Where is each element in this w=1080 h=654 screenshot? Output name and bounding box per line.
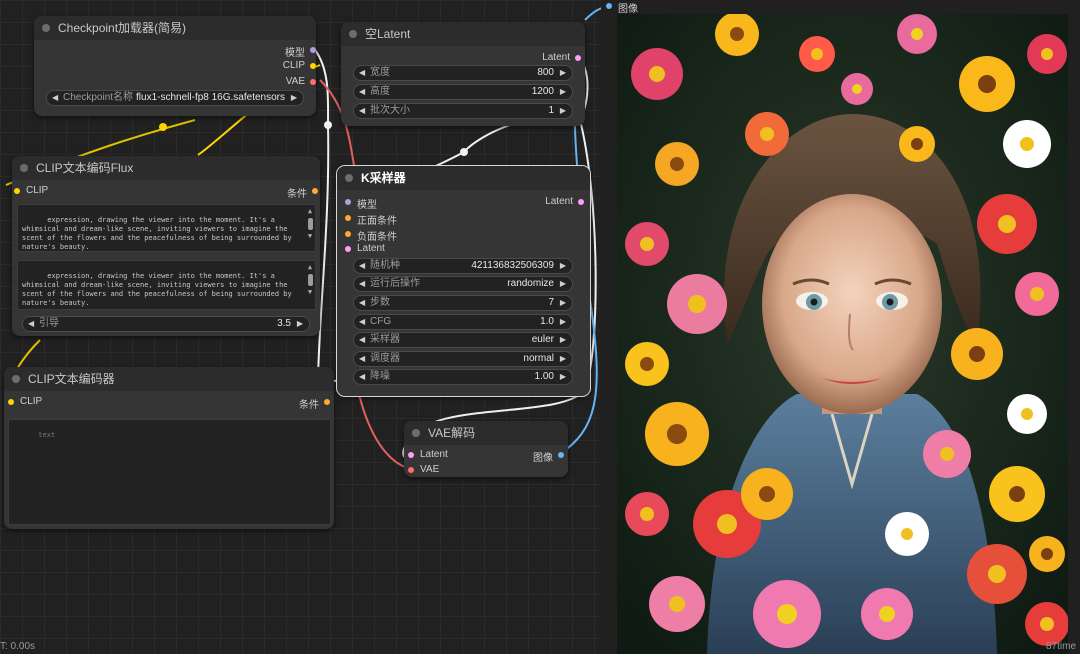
output-model[interactable]: 模型 bbox=[285, 44, 316, 59]
input-socket-icon[interactable] bbox=[14, 188, 20, 194]
output-socket-icon[interactable] bbox=[310, 47, 316, 53]
collapse-dot-icon[interactable] bbox=[12, 375, 20, 383]
preview-image-panel[interactable]: 图像 87time bbox=[601, 0, 1080, 654]
arrow-left-icon[interactable]: ◀ bbox=[359, 66, 365, 80]
width-widget[interactable]: ◀ 宽度 800 ▶ bbox=[353, 65, 573, 81]
arrow-right-icon[interactable]: ▶ bbox=[297, 317, 303, 331]
cfg-widget[interactable]: ◀ CFG 1.0 ▶ bbox=[353, 314, 573, 330]
clip-l-textarea[interactable]: expression, drawing the viewer into the … bbox=[17, 204, 316, 252]
arrow-left-icon[interactable]: ◀ bbox=[359, 333, 365, 347]
batch-size-widget[interactable]: ◀ 批次大小 1 ▶ bbox=[353, 103, 573, 119]
output-latent[interactable]: Latent bbox=[542, 52, 581, 63]
output-conditioning[interactable]: 条件 bbox=[299, 396, 330, 411]
ksampler-node[interactable]: K采样器 模型 正面条件 负面条件 Latent Latent ◀ 随机种 4211… bbox=[336, 165, 591, 397]
output-socket-icon[interactable] bbox=[310, 79, 316, 85]
node-title[interactable]: CLIP文本编码器 bbox=[4, 367, 334, 391]
input-socket-icon[interactable] bbox=[345, 231, 351, 237]
collapse-dot-icon[interactable] bbox=[349, 30, 357, 38]
arrow-left-icon[interactable]: ◀ bbox=[359, 315, 365, 329]
arrow-left-icon[interactable]: ◀ bbox=[28, 317, 34, 331]
arrow-right-icon[interactable]: ▶ bbox=[560, 277, 566, 291]
output-socket-icon[interactable] bbox=[312, 188, 318, 194]
node-title[interactable]: K采样器 bbox=[337, 166, 590, 190]
input-positive[interactable]: 正面条件 bbox=[345, 212, 397, 227]
input-clip[interactable]: CLIP bbox=[8, 396, 42, 407]
output-socket-icon[interactable] bbox=[310, 63, 316, 69]
arrow-right-icon[interactable]: ▶ bbox=[560, 352, 566, 366]
generation-time-label: 87time bbox=[1045, 641, 1076, 652]
arrow-right-icon[interactable]: ▶ bbox=[560, 333, 566, 347]
arrow-right-icon[interactable]: ▶ bbox=[560, 315, 566, 329]
output-vae[interactable]: VAE bbox=[286, 76, 316, 87]
input-socket-icon[interactable] bbox=[408, 452, 414, 458]
node-title[interactable]: Checkpoint加载器(简易) bbox=[34, 16, 316, 40]
clip-text-encode-flux-node[interactable]: CLIP文本编码Flux CLIP 条件 expression, drawing… bbox=[12, 156, 320, 336]
output-socket-icon[interactable] bbox=[324, 399, 330, 405]
input-socket-icon[interactable] bbox=[8, 399, 14, 405]
arrow-left-icon[interactable]: ◀ bbox=[359, 296, 365, 310]
collapse-dot-icon[interactable] bbox=[345, 174, 353, 182]
arrow-right-icon[interactable]: ▶ bbox=[560, 296, 566, 310]
steps-widget[interactable]: ◀ 步数 7 ▶ bbox=[353, 295, 573, 311]
sampler-widget[interactable]: ◀ 采样器 euler ▶ bbox=[353, 332, 573, 348]
arrow-left-icon[interactable]: ◀ bbox=[359, 352, 365, 366]
generated-image[interactable] bbox=[617, 14, 1068, 654]
output-socket-icon[interactable] bbox=[558, 452, 564, 458]
execution-time: T: 0.00s bbox=[0, 641, 36, 652]
input-socket-icon[interactable] bbox=[345, 246, 351, 252]
arrow-left-icon[interactable]: ◀ bbox=[359, 277, 365, 291]
ckpt-name-combo[interactable]: ◀ Checkpoint名称 flux1-schnell-fp8 16G.saf… bbox=[46, 90, 304, 106]
output-socket-icon[interactable] bbox=[578, 199, 584, 205]
checkpoint-loader-node[interactable]: Checkpoint加载器(简易) 模型 CLIP VAE ◀ Checkpoi… bbox=[34, 16, 316, 116]
collapse-dot-icon[interactable] bbox=[412, 429, 420, 437]
output-socket-icon[interactable] bbox=[575, 55, 581, 61]
arrow-right-icon[interactable]: ▶ bbox=[560, 104, 566, 118]
input-socket-icon[interactable] bbox=[345, 215, 351, 221]
input-socket-icon[interactable] bbox=[408, 467, 414, 473]
arrow-right-icon[interactable]: ▶ bbox=[560, 370, 566, 384]
node-title[interactable]: CLIP文本编码Flux bbox=[12, 156, 320, 180]
t5xxl-textarea[interactable]: expression, drawing the viewer into the … bbox=[17, 260, 316, 310]
node-title[interactable]: 空Latent bbox=[341, 22, 585, 46]
collapse-dot-icon[interactable] bbox=[42, 24, 50, 32]
arrow-left-icon[interactable]: ◀ bbox=[359, 259, 365, 273]
node-graph-canvas[interactable]: Checkpoint加载器(简易) 模型 CLIP VAE ◀ Checkpoi… bbox=[0, 0, 601, 654]
input-latent[interactable]: Latent bbox=[345, 243, 385, 254]
input-vae[interactable]: VAE bbox=[408, 464, 439, 475]
output-latent[interactable]: Latent bbox=[545, 196, 584, 207]
vae-decode-node[interactable]: VAE解码 Latent VAE 图像 bbox=[404, 421, 568, 477]
arrow-left-icon[interactable]: ◀ bbox=[359, 104, 365, 118]
input-clip[interactable]: CLIP bbox=[14, 185, 48, 196]
clip-text-encode-node[interactable]: CLIP文本编码器 CLIP 条件 text bbox=[4, 367, 334, 529]
input-model[interactable]: 模型 bbox=[345, 196, 377, 211]
output-image[interactable]: 图像 bbox=[533, 449, 564, 464]
input-socket-icon[interactable] bbox=[345, 199, 351, 205]
scrollbar[interactable]: ▲ ▼ bbox=[307, 263, 313, 297]
output-clip[interactable]: CLIP bbox=[283, 60, 316, 71]
input-latent[interactable]: Latent bbox=[408, 449, 448, 460]
arrow-left-icon[interactable]: ◀ bbox=[359, 370, 365, 384]
arrow-right-icon[interactable]: ▶ bbox=[560, 66, 566, 80]
input-image[interactable]: 图像 bbox=[606, 0, 638, 15]
empty-latent-node[interactable]: 空Latent Latent ◀ 宽度 800 ▶ ◀ 高度 1200 ▶ ◀ 批次大小 1 ▶ bbox=[341, 22, 585, 126]
scheduler-widget[interactable]: ◀ 调度器 normal ▶ bbox=[353, 351, 573, 367]
arrow-right-icon[interactable]: ▶ bbox=[560, 259, 566, 273]
guidance-widget[interactable]: ◀ 引导 3.5 ▶ bbox=[22, 316, 310, 332]
control-after-generate-widget[interactable]: ◀ 运行后操作 randomize ▶ bbox=[353, 276, 573, 292]
denoise-widget[interactable]: ◀ 降噪 1.00 ▶ bbox=[353, 369, 573, 385]
arrow-left-icon[interactable]: ◀ bbox=[359, 85, 365, 99]
output-conditioning[interactable]: 条件 bbox=[287, 185, 318, 200]
node-title[interactable]: VAE解码 bbox=[404, 421, 568, 445]
scrollbar[interactable]: ▲ ▼ bbox=[307, 207, 313, 241]
input-negative[interactable]: 负面条件 bbox=[345, 228, 397, 243]
arrow-left-icon[interactable]: ◀ bbox=[52, 91, 58, 105]
text-textarea[interactable]: text bbox=[8, 419, 331, 525]
height-widget[interactable]: ◀ 高度 1200 ▶ bbox=[353, 84, 573, 100]
arrow-right-icon[interactable]: ▶ bbox=[291, 91, 297, 105]
collapse-dot-icon[interactable] bbox=[20, 164, 28, 172]
arrow-right-icon[interactable]: ▶ bbox=[560, 85, 566, 99]
seed-widget[interactable]: ◀ 随机种 421136832506309 ▶ bbox=[353, 258, 573, 274]
input-socket-icon[interactable] bbox=[606, 3, 612, 9]
